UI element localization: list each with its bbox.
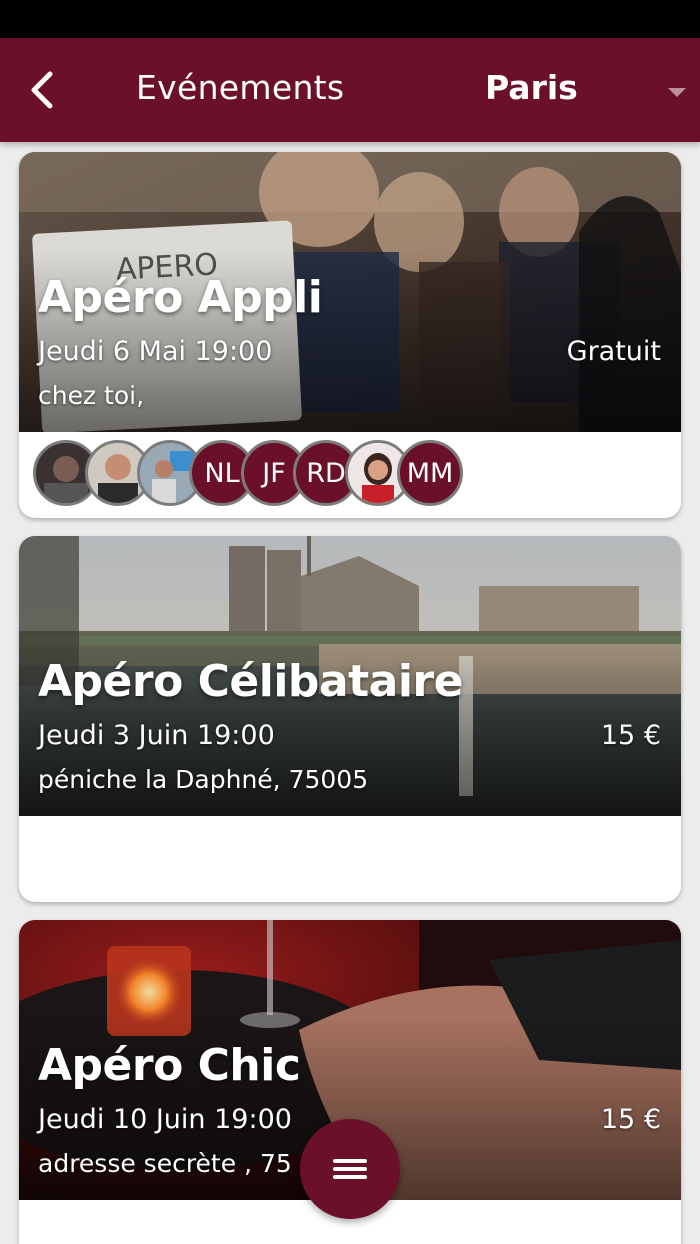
event-date: Jeudi 3 Juin 19:00 [38, 720, 275, 751]
app-bar: Evénements Paris [0, 38, 700, 142]
event-title: Apéro Célibataire [38, 656, 463, 707]
event-address: chez toi, [38, 381, 145, 410]
event-price: 15 € [600, 720, 661, 751]
event-card[interactable]: APERO Apéro Appli Jeudi 6 Mai 19:00 Grat… [19, 152, 681, 518]
back-button[interactable] [22, 64, 66, 116]
status-bar [0, 0, 700, 38]
event-date: Jeudi 10 Juin 19:00 [38, 1104, 292, 1135]
event-card[interactable]: Apéro Célibataire Jeudi 3 Juin 19:00 15 … [19, 536, 681, 902]
event-address: péniche la Daphné, 75005 [38, 765, 369, 794]
participants-row: NL JF RD MM [33, 440, 673, 508]
event-title: Apéro Chic [38, 1040, 301, 1091]
event-address: adresse secrète , 75 [38, 1149, 292, 1178]
avatar-initials: MM [397, 440, 463, 506]
chevron-left-icon [31, 71, 53, 109]
participants-row [33, 824, 673, 892]
event-price: Gratuit [566, 336, 661, 367]
caret-down-icon [668, 88, 686, 97]
city-label: Paris [485, 68, 578, 107]
city-dropdown[interactable]: Paris [460, 58, 700, 122]
page-title: Evénements [136, 68, 345, 107]
event-date: Jeudi 6 Mai 19:00 [38, 336, 273, 367]
menu-button[interactable] [300, 1119, 400, 1219]
event-price: 15 € [600, 1104, 661, 1135]
event-list: APERO Apéro Appli Jeudi 6 Mai 19:00 Grat… [0, 142, 700, 1244]
event-title: Apéro Appli [38, 272, 323, 323]
